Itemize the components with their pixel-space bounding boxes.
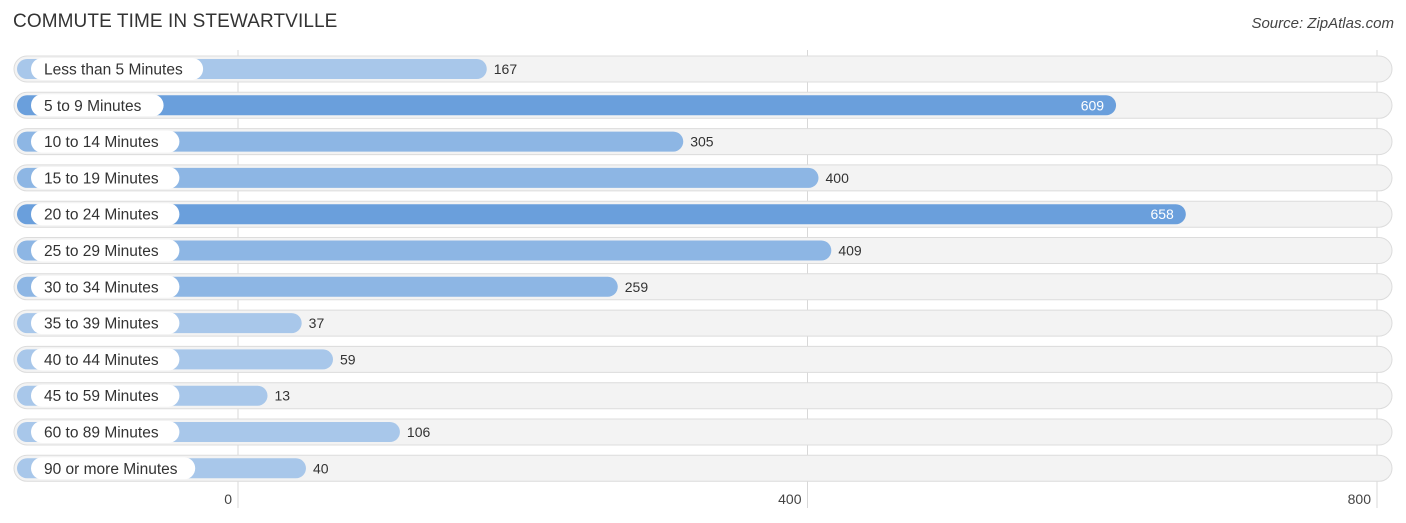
- x-tick-label: 800: [1348, 491, 1372, 507]
- bar-chart: Less than 5 Minutes 167 5 to 9 Minutes 609 1…: [13, 50, 1393, 508]
- category-label: Less than 5 Minutes: [44, 62, 183, 79]
- value-label: 259: [625, 279, 649, 295]
- bar-row: 45 to 59 Minutes 13: [13, 382, 1393, 410]
- category-label: 90 or more Minutes: [44, 461, 178, 478]
- category-label: 10 to 14 Minutes: [44, 134, 159, 151]
- bar-row: 25 to 29 Minutes 409: [13, 237, 1393, 264]
- category-label: 25 to 29 Minutes: [44, 243, 159, 260]
- bar-row: 5 to 9 Minutes 609: [13, 91, 1393, 119]
- value-label: 59: [340, 351, 356, 367]
- bar-row: 30 to 34 Minutes 259: [13, 273, 1393, 301]
- value-label: 658: [1150, 206, 1174, 222]
- x-tick-label: 400: [778, 491, 802, 507]
- x-tick-label: 0: [224, 491, 232, 507]
- category-label: 60 to 89 Minutes: [44, 425, 159, 442]
- bar: [17, 95, 1117, 116]
- bar-row: 20 to 24 Minutes 658: [13, 200, 1393, 228]
- bar-row: 35 to 39 Minutes 37: [13, 309, 1393, 337]
- x-axis-ticks: 0 400 800: [224, 491, 1371, 507]
- bar-row: Less than 5 Minutes 167: [13, 55, 1393, 83]
- category-label: 15 to 19 Minutes: [44, 170, 159, 187]
- bar-row: 10 to 14 Minutes 305: [13, 128, 1393, 156]
- bar-rows: Less than 5 Minutes 167 5 to 9 Minutes 609 1…: [13, 55, 1393, 482]
- category-label: 30 to 34 Minutes: [44, 279, 159, 296]
- bar-row: 15 to 19 Minutes 400: [13, 164, 1393, 192]
- bar: [17, 204, 1186, 225]
- value-label: 609: [1081, 97, 1105, 113]
- value-label: 409: [838, 243, 862, 259]
- value-label: 13: [275, 388, 291, 404]
- bar-row: 40 to 44 Minutes 59: [13, 345, 1393, 373]
- category-label: 40 to 44 Minutes: [44, 352, 159, 369]
- bar-row: 90 or more Minutes 40: [13, 454, 1393, 482]
- value-label: 37: [309, 315, 325, 331]
- category-label: 20 to 24 Minutes: [44, 207, 159, 224]
- value-label: 106: [407, 424, 431, 440]
- value-label: 400: [826, 170, 850, 186]
- bar-row: 60 to 89 Minutes 106: [13, 418, 1393, 446]
- category-label: 35 to 39 Minutes: [44, 316, 159, 333]
- value-label: 305: [690, 134, 714, 150]
- value-label: 167: [494, 61, 518, 77]
- category-label: 5 to 9 Minutes: [44, 98, 142, 115]
- category-label: 45 to 59 Minutes: [44, 388, 159, 405]
- value-label: 40: [313, 460, 329, 476]
